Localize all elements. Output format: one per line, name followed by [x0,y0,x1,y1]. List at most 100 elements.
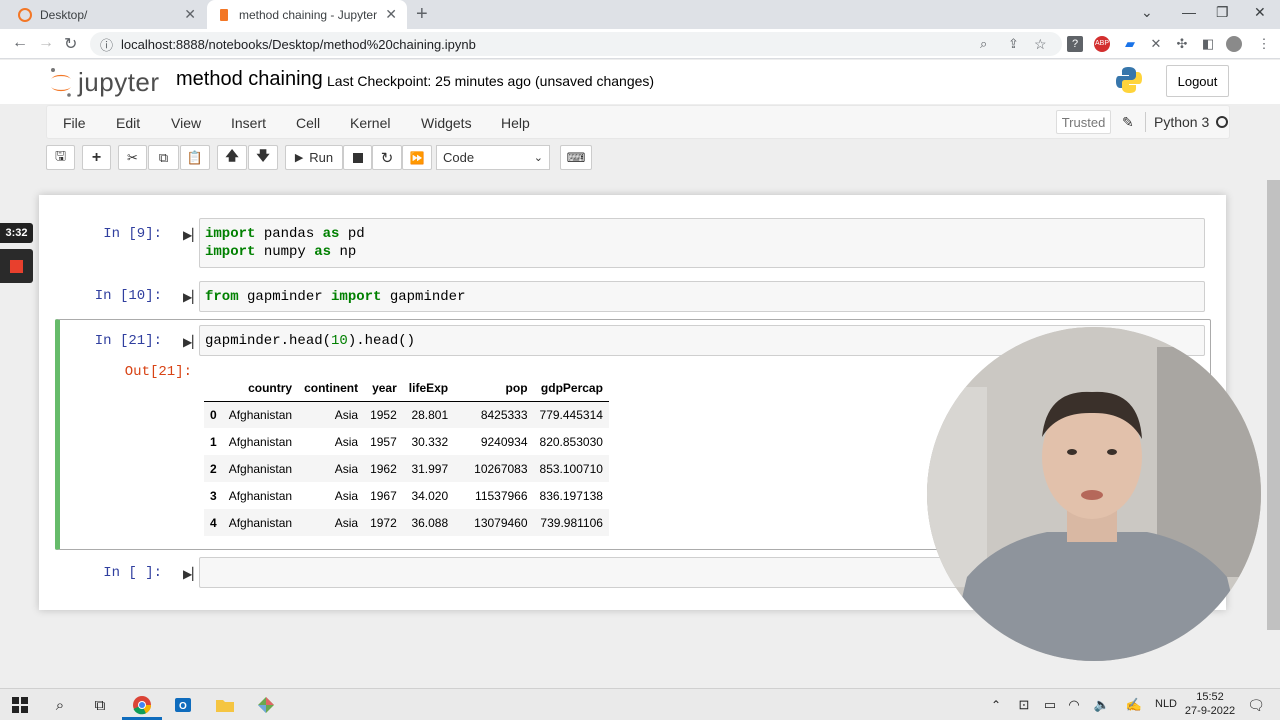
kernel-name[interactable]: Python 3 [1154,114,1209,130]
kernel-idle-indicator-icon [1216,116,1228,128]
move-up-button[interactable]: 🡅 [217,145,247,170]
menu-file[interactable]: File [63,115,86,131]
battery-icon[interactable]: ▭ [1038,693,1062,717]
pen-icon[interactable]: ✍ [1122,693,1146,717]
notifications-icon[interactable]: 🗨 [1244,693,1268,717]
cell-prompt: In [ ]: [103,565,162,581]
menu-cell[interactable]: Cell [296,115,320,131]
maximize-icon[interactable]: ❐ [1216,4,1229,21]
command-palette-button[interactable]: ⌨ [560,145,592,170]
copy-button[interactable]: ⧉ [148,145,179,170]
close-window-icon[interactable]: ✕ [1254,4,1266,21]
arrow-up-icon: 🡅 [225,147,239,163]
trusted-indicator[interactable]: Trusted [1056,110,1111,134]
reload-icon[interactable]: ↻ [64,34,77,54]
address-bar[interactable]: ⓘ localhost:8888/notebooks/Desktop/metho… [90,32,1062,56]
cell-type-value: Code [443,150,475,165]
interrupt-button[interactable] [343,145,372,170]
insert-cell-button[interactable]: + [82,145,111,170]
help-extension-icon[interactable]: ? [1067,36,1083,52]
cell-prompt: In [9]: [103,226,162,242]
column-header: lifeExp [402,375,461,402]
menubar: File Edit View Insert Cell Kernel Widget… [46,105,1230,139]
zoom-icon[interactable]: ⌕ [980,36,987,52]
code-cell-input[interactable]: import pandas as pd import numpy as np [199,218,1205,268]
cut-button[interactable]: ✂ [118,145,147,170]
browser-menu-icon[interactable]: ⋮ [1256,36,1272,52]
run-label: Run [309,150,334,165]
tray-chevron-up-icon[interactable]: ⌃ [984,693,1008,717]
tab-search-chevron-icon[interactable]: ⌄ [1141,4,1153,21]
webcam-person-image [927,327,1261,661]
translate-extension-icon[interactable]: ▰ [1122,36,1138,52]
side-panel-icon[interactable]: ◧ [1200,36,1216,52]
profile-avatar-icon[interactable] [1226,36,1242,52]
paste-button[interactable]: 📋 [180,145,210,170]
share-icon[interactable]: ⇪ [1008,36,1019,52]
floppy-icon: 🖫 [54,147,67,163]
column-header: country [222,375,299,402]
tab-title: method chaining - Jupyter Notel [239,7,379,22]
arrow-down-icon: 🡇 [256,147,270,163]
windows-taskbar: ⌕ ⧉ O ⌃ ⊡ ▭ ◠ 🔈 ✍ NLD 15:52 27-9-2022 🗨 [0,688,1280,720]
column-header: gdpPercap [533,375,609,402]
dataframe-output: country continent year lifeExp pop gdpPe… [204,375,609,536]
edit-pencil-icon[interactable]: ✎ [1122,114,1134,131]
extensions-puzzle-icon[interactable]: ✣ [1174,36,1190,52]
windows-start-icon[interactable] [8,693,32,717]
menu-kernel[interactable]: Kernel [350,115,390,131]
adblock-extension-icon[interactable]: ABP [1094,36,1110,52]
code-cell-input[interactable]: from gapminder import gapminder [199,281,1205,312]
task-view-icon[interactable]: ⧉ [88,693,112,717]
tab-desktop[interactable]: Desktop/ ✕ [8,0,206,29]
code-line: import numpy as np [205,244,357,260]
menu-insert[interactable]: Insert [231,115,266,131]
back-icon[interactable]: ← [12,34,28,52]
table-row: 1 Afghanistan Asia 1957 30.332 9240934 820.853… [210,434,603,449]
wifi-icon[interactable]: ◠ [1062,693,1086,717]
volume-icon[interactable]: 🔈 [1090,693,1114,717]
menu-widgets[interactable]: Widgets [421,115,472,131]
run-button[interactable]: ▶ Run [285,145,343,170]
language-indicator[interactable]: NLD [1155,698,1177,710]
browser-tab-bar: Desktop/ ✕ method chaining - Jupyter Not… [0,0,1280,29]
restart-run-all-button[interactable]: ⏩ [402,145,432,170]
page-scrollbar[interactable] [1267,180,1280,630]
kernel-divider [1145,112,1146,132]
mute-extension-icon[interactable]: ✕ [1148,36,1164,52]
menu-view[interactable]: View [171,115,201,131]
minimize-icon[interactable]: — [1182,4,1196,20]
column-header: continent [298,375,365,402]
logout-button[interactable]: Logout [1166,65,1229,97]
outlook-icon[interactable]: O [171,693,195,717]
chrome-icon[interactable] [130,693,154,717]
jupyter-logo-text: jupyter [78,66,160,97]
notebook-name[interactable]: method chaining [176,68,323,91]
new-tab-icon[interactable]: + [416,3,428,26]
save-button[interactable]: 🖫 [46,145,75,170]
menu-help[interactable]: Help [501,115,530,131]
search-icon[interactable]: ⌕ [48,693,72,717]
chevron-down-icon: ⌄ [533,152,543,164]
tab-method-chaining[interactable]: method chaining - Jupyter Notel ✕ [207,0,407,29]
jupyter-logo[interactable]: jupyter [48,66,160,98]
stop-icon [352,152,363,163]
jupyter-logo-icon [51,68,71,97]
stop-recording-button[interactable] [0,249,33,283]
info-icon[interactable]: ⓘ [100,35,113,54]
clock-date: 27-9-2022 [1184,705,1236,717]
close-tab-icon[interactable]: ✕ [184,6,196,23]
file-explorer-icon[interactable] [213,693,237,717]
cell-type-select[interactable]: Code ⌄ [436,145,550,170]
system-clock[interactable]: 15:52 27-9-2022 [1182,690,1238,718]
close-tab-icon[interactable]: ✕ [385,6,397,23]
forward-icon[interactable]: → [38,34,54,52]
move-down-button[interactable]: 🡇 [248,145,278,170]
menu-edit[interactable]: Edit [116,115,140,131]
tray-capture-icon[interactable]: ⊡ [1012,693,1036,717]
restart-button[interactable]: ↻ [372,145,402,170]
app-diamond-icon[interactable] [254,693,278,717]
bookmark-star-icon[interactable]: ☆ [1034,36,1047,53]
code-line: from gapminder import gapminder [205,289,466,305]
clock-time: 15:52 [1196,691,1224,703]
